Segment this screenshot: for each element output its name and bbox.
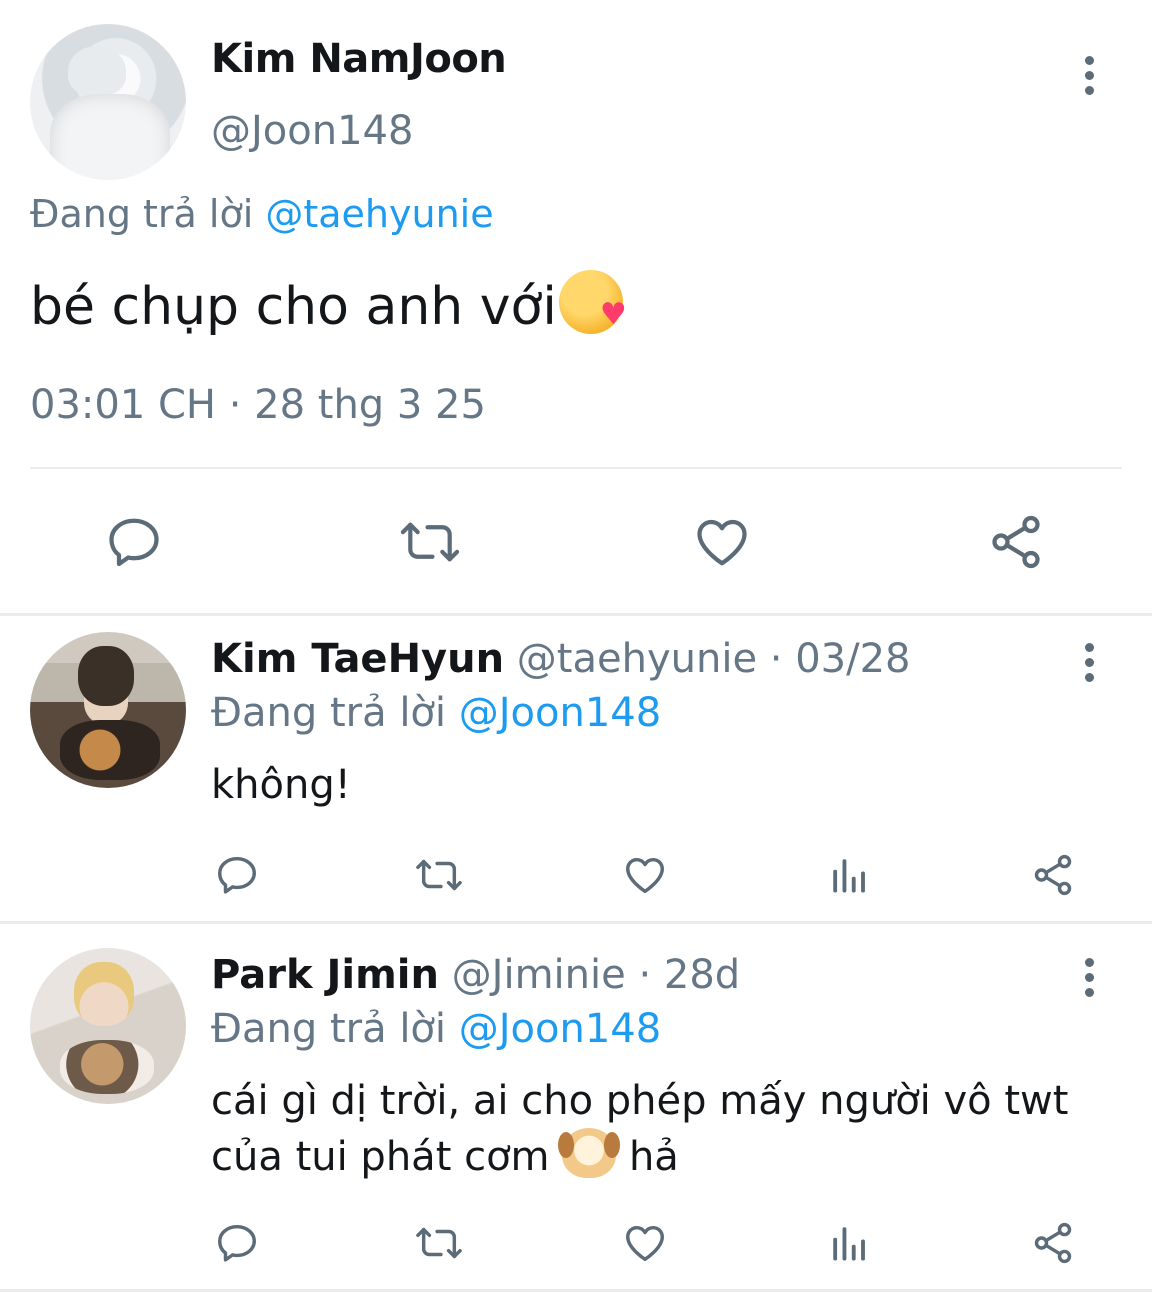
reply-author-avatar[interactable] <box>30 948 186 1104</box>
tweet-text: bé chụp cho anh với <box>30 270 627 337</box>
section-divider <box>0 921 1152 924</box>
reply-header: Park Jimin @Jiminie · 28d <box>211 952 740 998</box>
tweet-text-content: bé chụp cho anh với <box>30 277 557 337</box>
reply-header: Kim TaeHyun @taehyunie · 03/28 <box>211 636 910 682</box>
replying-prefix: Đang trả lời <box>211 690 459 736</box>
stats-bar-chart-icon[interactable] <box>828 1222 870 1264</box>
like-heart-icon[interactable] <box>622 852 668 898</box>
author-name[interactable]: Kim NamJoon <box>211 36 507 82</box>
reply-handle-and-time[interactable]: @Jiminie · 28d <box>439 952 741 998</box>
section-divider <box>0 1289 1152 1292</box>
replying-to-line: Đang trả lời @taehyunie <box>30 192 494 236</box>
reply-author-name[interactable]: Park Jimin <box>211 952 439 998</box>
retweet-icon[interactable] <box>414 1220 464 1266</box>
reply-author-avatar[interactable] <box>30 632 186 788</box>
divider <box>30 467 1122 469</box>
replying-mention-link[interactable]: @Joon148 <box>459 1006 661 1052</box>
retweet-icon[interactable] <box>398 512 462 572</box>
replying-mention-link[interactable]: @taehyunie <box>265 192 493 236</box>
reply-text: không! <box>211 762 351 808</box>
more-options-icon[interactable] <box>1079 643 1099 687</box>
reply-text: cái gì dị trời, ai cho phép mấy người vô… <box>211 1074 1111 1184</box>
share-icon[interactable] <box>986 512 1046 572</box>
share-icon[interactable] <box>1030 852 1076 898</box>
tweet-timestamp[interactable]: 03:01 CH · 28 thg 3 25 <box>30 382 486 428</box>
kiss-face-emoji-icon <box>558 270 627 334</box>
author-handle[interactable]: @Joon148 <box>211 108 413 154</box>
like-heart-icon[interactable] <box>692 512 752 572</box>
replying-mention-link[interactable]: @Joon148 <box>459 690 661 736</box>
more-options-icon[interactable] <box>1079 56 1099 100</box>
author-avatar[interactable] <box>30 24 186 180</box>
reply-icon[interactable] <box>214 1220 260 1266</box>
main-tweet: Kim NamJoon @Joon148 Đang trả lời @taehy… <box>0 0 1152 614</box>
replying-prefix: Đang trả lời <box>30 192 266 236</box>
more-options-icon[interactable] <box>1079 958 1099 1002</box>
section-divider <box>0 613 1152 616</box>
stats-bar-chart-icon[interactable] <box>828 854 870 896</box>
replying-to-line: Đang trả lời @Joon148 <box>211 1006 661 1052</box>
reply-text-after-emoji: hả <box>616 1134 679 1180</box>
replying-to-line: Đang trả lời @Joon148 <box>211 690 661 736</box>
dog-face-emoji-icon <box>558 1128 621 1178</box>
reply-icon[interactable] <box>214 852 260 898</box>
replying-prefix: Đang trả lời <box>211 1006 459 1052</box>
retweet-icon[interactable] <box>414 852 464 898</box>
reply-handle-and-time[interactable]: @taehyunie · 03/28 <box>504 636 911 682</box>
like-heart-icon[interactable] <box>622 1220 668 1266</box>
share-icon[interactable] <box>1030 1220 1076 1266</box>
reply-icon[interactable] <box>104 512 164 572</box>
reply-author-name[interactable]: Kim TaeHyun <box>211 636 504 682</box>
